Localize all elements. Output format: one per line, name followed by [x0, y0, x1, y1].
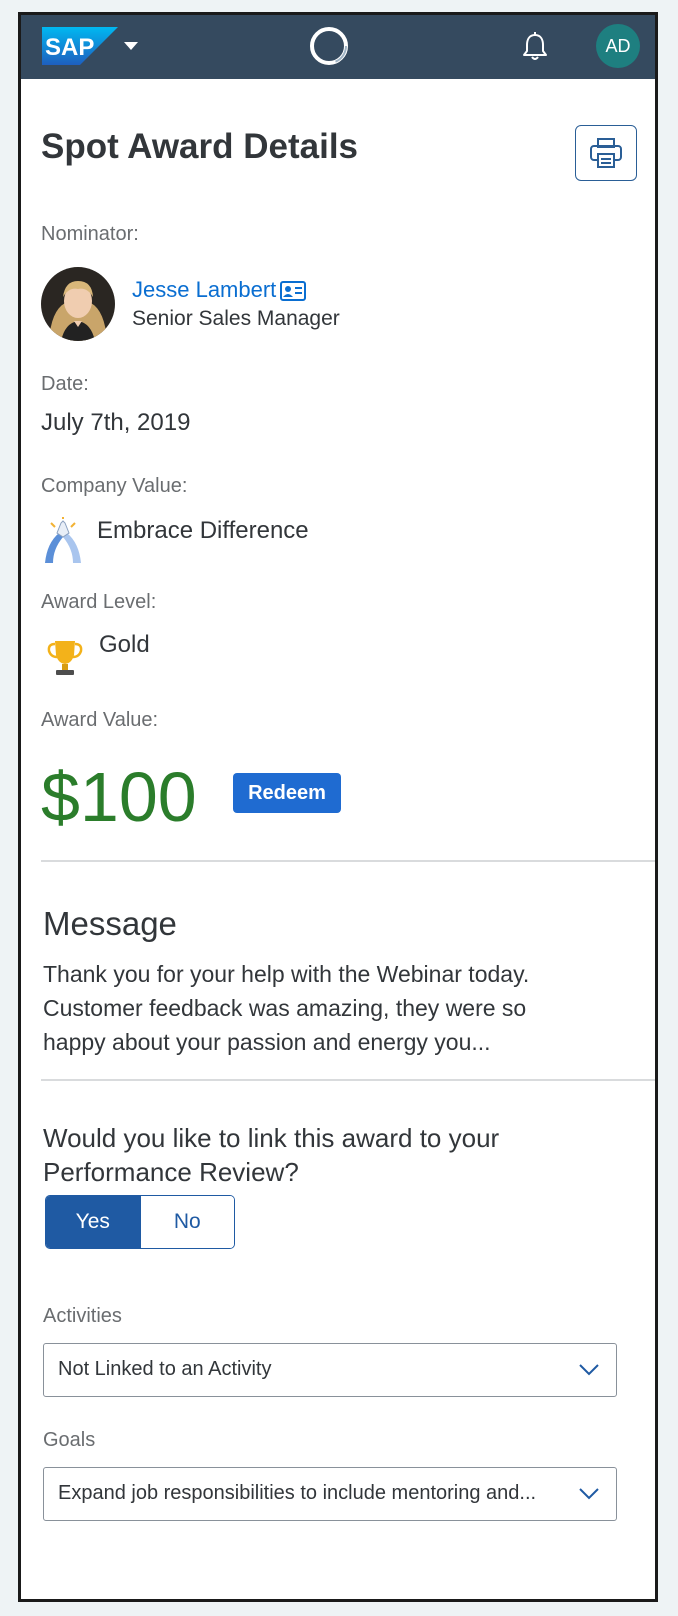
chevron-down-icon [579, 1488, 599, 1500]
activities-label: Activities [43, 1305, 122, 1327]
chevron-down-icon [579, 1364, 599, 1376]
goals-select[interactable]: Expand job responsibilities to include m… [43, 1467, 617, 1521]
award-value-label: Award Value: [41, 709, 159, 731]
activities-selected-value: Not Linked to an Activity [58, 1358, 272, 1380]
company-value: Embrace Difference [97, 517, 309, 544]
sap-logo[interactable]: SAP [42, 27, 118, 65]
award-level-label: Award Level: [41, 591, 157, 613]
redeem-button[interactable]: Redeem [233, 773, 341, 813]
message-body: Thank you for your help with the Webinar… [43, 957, 603, 1059]
message-line: Customer feedback was amazing, they were… [43, 995, 527, 1021]
date-value: July 7th, 2019 [41, 409, 191, 436]
copilot-icon[interactable] [307, 24, 351, 68]
person-photo-icon [41, 267, 115, 341]
goals-selected-value: Expand job responsibilities to include m… [58, 1482, 537, 1504]
question-line: Performance Review? [43, 1157, 299, 1187]
bell-icon[interactable] [521, 31, 549, 61]
nominator-label: Nominator: [41, 223, 139, 245]
question-line: Would you like to link this award to you… [43, 1123, 500, 1153]
company-value-label: Company Value: [41, 475, 188, 497]
award-amount: $100 [41, 758, 197, 836]
nominator-avatar[interactable] [41, 267, 115, 341]
printer-icon [590, 138, 622, 168]
yes-button[interactable]: Yes [46, 1196, 140, 1248]
app-frame: SAP AD Spot Award Details Nominator: Jes… [18, 12, 658, 1602]
nominator-name-link[interactable]: Jesse Lambert [132, 277, 276, 303]
link-review-question: Would you like to link this award to you… [43, 1121, 603, 1189]
message-heading: Message [43, 905, 177, 942]
divider [41, 860, 655, 862]
divider [41, 1079, 655, 1081]
nominator-role: Senior Sales Manager [132, 307, 340, 330]
high-five-icon [45, 517, 81, 563]
chevron-down-icon[interactable] [124, 41, 138, 51]
yes-no-toggle[interactable]: Yes No [45, 1195, 235, 1249]
date-label: Date: [41, 373, 89, 395]
activities-select[interactable]: Not Linked to an Activity [43, 1343, 617, 1397]
contact-card-icon[interactable] [280, 281, 306, 301]
shell-bar: SAP AD [21, 15, 655, 79]
svg-text:SAP: SAP [45, 34, 94, 61]
goals-label: Goals [43, 1429, 96, 1451]
award-level-value: Gold [99, 631, 150, 658]
no-button[interactable]: No [139, 1196, 234, 1248]
page-title: Spot Award Details [41, 127, 359, 166]
user-avatar[interactable]: AD [596, 24, 640, 68]
message-line: Thank you for your help with the Webinar… [43, 961, 530, 987]
message-line: happy about your passion and energy you.… [43, 1029, 491, 1055]
print-button[interactable] [575, 125, 637, 181]
trophy-icon [47, 641, 83, 675]
